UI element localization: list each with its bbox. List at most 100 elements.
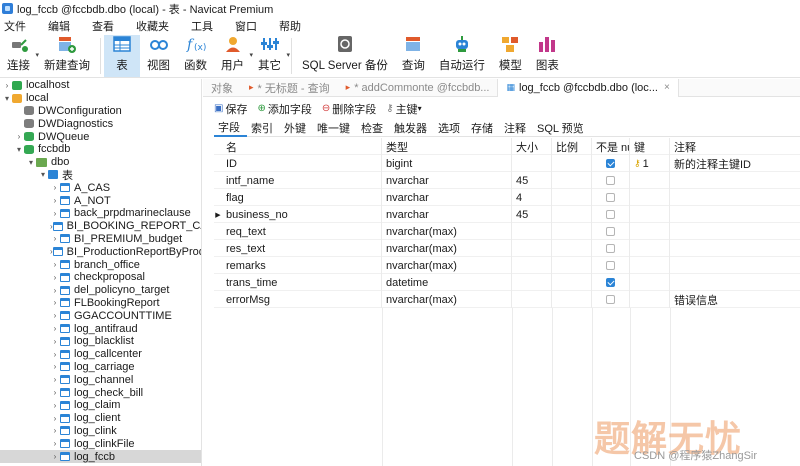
expand-toggle-icon[interactable]: › bbox=[50, 234, 60, 243]
tree-item[interactable]: › log_clinkFile bbox=[0, 437, 201, 450]
dropdown-caret-icon[interactable]: ▾ bbox=[418, 104, 422, 113]
menu-item[interactable]: 查看 bbox=[88, 18, 122, 34]
field-name-cell[interactable]: errorMsg bbox=[222, 291, 382, 308]
not-null-checkbox[interactable] bbox=[606, 210, 615, 219]
tree-item[interactable]: ▾ local bbox=[0, 92, 201, 105]
document-tab[interactable]: ▸ * 无标题 - 查询 bbox=[241, 79, 338, 97]
expand-toggle-icon[interactable]: ▾ bbox=[38, 170, 48, 179]
expand-toggle-icon[interactable]: › bbox=[50, 452, 60, 461]
field-name-cell[interactable]: req_text bbox=[222, 223, 382, 240]
key-cell[interactable] bbox=[630, 257, 670, 274]
menu-item[interactable]: 文件 bbox=[0, 18, 34, 34]
field-comment-cell[interactable] bbox=[670, 189, 800, 206]
field-name-cell[interactable]: res_text bbox=[222, 240, 382, 257]
column-header-nn[interactable]: 不是 null bbox=[592, 138, 630, 155]
expand-toggle-icon[interactable]: › bbox=[50, 388, 60, 397]
subtab[interactable]: 外键 bbox=[280, 120, 313, 137]
toolbar-button-function[interactable]: f (x) 函数 bbox=[177, 35, 214, 77]
field-comment-cell[interactable] bbox=[670, 223, 800, 240]
field-scale-cell[interactable] bbox=[552, 189, 592, 206]
dropdown-caret-icon[interactable]: ▾ bbox=[286, 51, 290, 59]
tree-item[interactable]: › A_CAS bbox=[0, 181, 201, 194]
tree-item[interactable]: › localhost bbox=[0, 79, 201, 92]
save-button[interactable]: ▣ 保存 bbox=[214, 101, 247, 117]
field-type-cell[interactable]: bigint bbox=[382, 155, 512, 172]
field-row[interactable]: intf_name nvarchar 45 bbox=[214, 172, 800, 189]
expand-toggle-icon[interactable]: › bbox=[50, 362, 60, 371]
toolbar-button-table[interactable]: 表 bbox=[104, 35, 140, 77]
column-header-type[interactable]: 类型 bbox=[382, 138, 512, 155]
field-scale-cell[interactable] bbox=[552, 291, 592, 308]
tree-item[interactable]: ▾ 表 bbox=[0, 169, 201, 182]
column-header-key[interactable]: 键 bbox=[630, 138, 670, 155]
expand-toggle-icon[interactable]: › bbox=[50, 209, 60, 218]
toolbar-button-backup[interactable]: SQL Server 备份 bbox=[295, 35, 395, 77]
toolbar-button-query[interactable]: 查询 bbox=[395, 35, 432, 77]
subtab[interactable]: 注释 bbox=[500, 120, 533, 137]
expand-toggle-icon[interactable]: › bbox=[50, 311, 60, 320]
field-scale-cell[interactable] bbox=[552, 155, 592, 172]
field-type-cell[interactable]: nvarchar bbox=[382, 206, 512, 223]
expand-toggle-icon[interactable]: › bbox=[2, 81, 12, 90]
not-null-checkbox[interactable] bbox=[606, 227, 615, 236]
document-tab[interactable]: ▦ log_fccb @fccbdb.dbo (loc... × bbox=[497, 78, 679, 97]
field-row[interactable]: req_text nvarchar(max) bbox=[214, 223, 800, 240]
key-cell[interactable] bbox=[630, 189, 670, 206]
expand-toggle-icon[interactable]: › bbox=[50, 286, 60, 295]
tree-item[interactable]: › DWQueue bbox=[0, 130, 201, 143]
not-null-checkbox[interactable] bbox=[606, 278, 615, 287]
menu-item[interactable]: 帮助 bbox=[275, 18, 309, 34]
not-null-checkbox[interactable] bbox=[606, 295, 615, 304]
field-length-cell[interactable] bbox=[512, 155, 552, 172]
tree-item[interactable]: › log_clink bbox=[0, 425, 201, 438]
document-tab[interactable]: ▸ * addCommonte @fccbdb... bbox=[338, 79, 498, 97]
field-comment-cell[interactable]: 新的注释主键ID bbox=[670, 155, 800, 172]
tree-item[interactable]: DWConfiguration bbox=[0, 105, 201, 118]
field-scale-cell[interactable] bbox=[552, 257, 592, 274]
key-cell[interactable] bbox=[630, 223, 670, 240]
expand-toggle-icon[interactable]: › bbox=[50, 414, 60, 423]
field-comment-cell[interactable] bbox=[670, 274, 800, 291]
field-comment-cell[interactable] bbox=[670, 240, 800, 257]
add-field-button[interactable]: ⊕ 添加字段 bbox=[257, 101, 311, 117]
expand-toggle-icon[interactable]: › bbox=[50, 426, 60, 435]
field-length-cell[interactable]: 45 bbox=[512, 172, 552, 189]
expand-toggle-icon[interactable]: › bbox=[50, 260, 60, 269]
toolbar-button-user[interactable]: 用户 ▾ bbox=[214, 35, 253, 77]
field-length-cell[interactable] bbox=[512, 240, 552, 257]
toolbar-button-view[interactable]: 视图 bbox=[140, 35, 177, 77]
tree-item[interactable]: › GGACCOUNTTIME bbox=[0, 309, 201, 322]
toolbar-button-robot[interactable]: 自动运行 bbox=[432, 35, 492, 77]
tree-item[interactable]: ▾ dbo bbox=[0, 156, 201, 169]
tree-item[interactable]: › log_callcenter bbox=[0, 348, 201, 361]
tree-item[interactable]: DWDiagnostics bbox=[0, 117, 201, 130]
field-comment-cell[interactable] bbox=[670, 172, 800, 189]
tree-item[interactable]: › BI_ProductionReportByProd bbox=[0, 245, 201, 258]
toolbar-button-model[interactable]: 模型 bbox=[492, 35, 529, 77]
field-name-cell[interactable]: trans_time bbox=[222, 274, 382, 291]
field-name-cell[interactable]: flag bbox=[222, 189, 382, 206]
document-tab[interactable]: 对象 bbox=[203, 79, 241, 97]
toolbar-button-new-query[interactable]: 新建查询 bbox=[37, 35, 97, 77]
tree-item[interactable]: › log_check_bill bbox=[0, 386, 201, 399]
field-scale-cell[interactable] bbox=[552, 206, 592, 223]
field-comment-cell[interactable]: 错误信息 bbox=[670, 291, 800, 308]
expand-toggle-icon[interactable]: › bbox=[50, 337, 60, 346]
tree-item[interactable]: › log_carriage bbox=[0, 361, 201, 374]
tree-item[interactable]: › FLBookingReport bbox=[0, 297, 201, 310]
tree-item[interactable]: › log_claim bbox=[0, 399, 201, 412]
field-name-cell[interactable]: intf_name bbox=[222, 172, 382, 189]
column-header-name[interactable]: 名 bbox=[222, 138, 382, 155]
subtab[interactable]: 检查 bbox=[357, 120, 390, 137]
not-null-checkbox[interactable] bbox=[606, 159, 615, 168]
field-type-cell[interactable]: nvarchar(max) bbox=[382, 257, 512, 274]
field-name-cell[interactable]: ID bbox=[222, 155, 382, 172]
menu-item[interactable]: 编辑 bbox=[44, 18, 78, 34]
field-length-cell[interactable] bbox=[512, 291, 552, 308]
field-row[interactable]: errorMsg nvarchar(max) 错误信息 bbox=[214, 291, 800, 308]
field-row[interactable]: ID bigint ⚷ 1 新的注释主键ID bbox=[214, 155, 800, 172]
expand-toggle-icon[interactable]: › bbox=[50, 183, 60, 192]
tree-item[interactable]: › back_prpdmarineclause bbox=[0, 207, 201, 220]
tree-item[interactable]: › log_antifraud bbox=[0, 322, 201, 335]
field-type-cell[interactable]: nvarchar(max) bbox=[382, 223, 512, 240]
